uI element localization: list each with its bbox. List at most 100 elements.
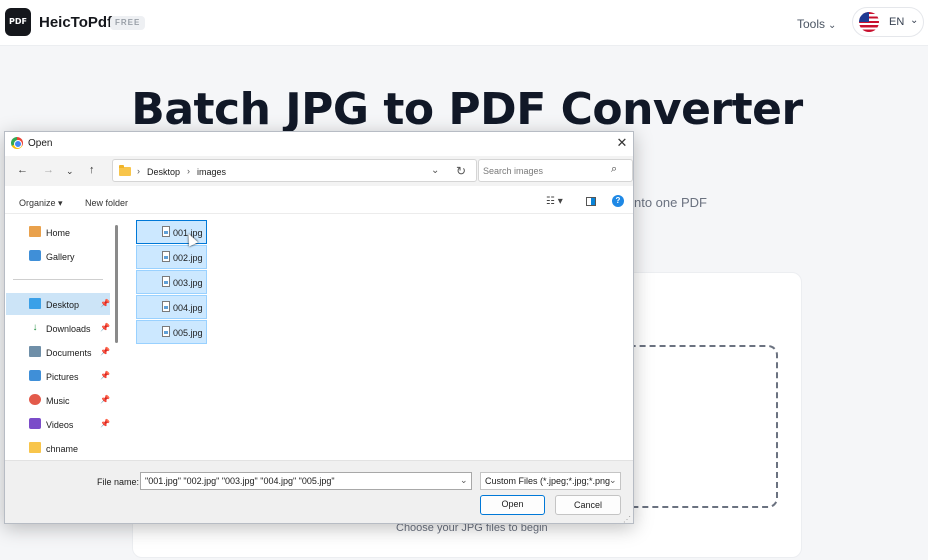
logo-text: PDF xyxy=(9,17,27,26)
close-button[interactable]: ✕ xyxy=(613,134,631,152)
home-icon xyxy=(29,226,41,237)
us-flag-icon xyxy=(859,12,879,32)
search-box[interactable]: ⌕ xyxy=(478,159,633,182)
sidebar-item-label: chname xyxy=(46,444,79,454)
desktop-icon xyxy=(29,298,41,309)
chrome-icon xyxy=(11,137,23,149)
pictures-icon xyxy=(29,370,41,381)
sidebar-item-label: Downloads xyxy=(46,324,91,334)
file-item[interactable]: 005.jpg xyxy=(136,320,207,344)
refresh-icon[interactable]: ↻ xyxy=(456,164,466,178)
preview-pane-icon[interactable] xyxy=(586,197,596,206)
file-name: 003.jpg xyxy=(173,278,203,288)
sidebar-item-label: Documents xyxy=(46,348,92,358)
tools-menu[interactable]: Tools ⌄ xyxy=(797,17,836,31)
chevron-down-icon: ⌄ xyxy=(828,20,837,31)
file-name: 005.jpg xyxy=(173,328,203,338)
pin-icon: 📌 xyxy=(100,371,110,380)
music-icon xyxy=(29,394,41,405)
folder-icon xyxy=(119,165,131,176)
help-icon[interactable]: ? xyxy=(612,195,624,207)
brand-logo-icon[interactable]: PDF xyxy=(5,8,31,36)
pin-icon: 📌 xyxy=(100,347,110,356)
gallery-icon xyxy=(29,250,41,261)
file-name: 002.jpg xyxy=(173,253,203,263)
dialog-toolbar: Organize ▾ New folder ☷ ▾ ? xyxy=(5,189,633,214)
navigation-bar: ← → ⌄ ↑ › Desktop › images ⌄ ↻ ⌕ xyxy=(5,156,633,186)
language-code: EN xyxy=(889,16,905,28)
view-options-icon[interactable]: ☷ ▾ xyxy=(546,196,563,207)
jpg-file-icon xyxy=(162,226,170,237)
breadcrumb-separator-icon: › xyxy=(137,166,140,176)
file-item[interactable]: 004.jpg xyxy=(136,295,207,319)
open-file-dialog: Open ✕ ← → ⌄ ↑ › Desktop › images ⌄ ↻ ⌕ … xyxy=(4,131,634,524)
sidebar-item-chname[interactable]: chname xyxy=(6,437,110,459)
dialog-title: Open xyxy=(28,138,53,149)
file-type-select[interactable]: Custom Files (*.jpeg;*.jpg;*.png xyxy=(480,472,621,490)
sidebar-item-music[interactable]: Music 📌 xyxy=(6,389,110,411)
sidebar-item-label: Pictures xyxy=(46,372,79,382)
navigation-pane: Home Gallery Desktop 📌 ↓ Downloads 📌 Doc… xyxy=(5,215,122,460)
page-subtitle: nto one PDF xyxy=(634,195,707,210)
search-input[interactable] xyxy=(483,163,611,178)
dialog-footer: File name: "001.jpg" "002.jpg" "003.jpg"… xyxy=(5,460,633,524)
sidebar-item-pictures[interactable]: Pictures 📌 xyxy=(6,365,110,387)
open-button[interactable]: Open xyxy=(480,495,545,515)
videos-icon xyxy=(29,418,41,429)
organize-button[interactable]: Organize ▾ xyxy=(19,198,63,209)
sidebar-divider xyxy=(13,279,103,280)
file-name-label: File name: xyxy=(97,477,140,487)
sidebar-item-downloads[interactable]: ↓ Downloads 📌 xyxy=(6,317,110,339)
language-selector[interactable]: EN ⌄ xyxy=(852,7,924,37)
pin-icon: 📌 xyxy=(100,395,110,404)
file-name: 004.jpg xyxy=(173,303,203,313)
breadcrumb-desktop[interactable]: Desktop xyxy=(147,167,180,177)
sidebar-item-videos[interactable]: Videos 📌 xyxy=(6,413,110,435)
folder-icon xyxy=(29,442,41,453)
chevron-down-icon[interactable]: ⌄ xyxy=(609,475,617,486)
brand-name[interactable]: HeicToPdf xyxy=(39,14,112,31)
resize-grip-icon[interactable]: ⋰ xyxy=(623,515,631,524)
downloads-icon: ↓ xyxy=(32,322,38,333)
pin-icon: 📌 xyxy=(100,323,110,332)
sidebar-item-gallery[interactable]: Gallery xyxy=(6,245,110,267)
back-arrow-icon[interactable]: ← xyxy=(17,164,28,176)
free-badge: FREE xyxy=(110,16,146,30)
sidebar-item-label: Gallery xyxy=(46,252,75,262)
address-history-chevron-icon[interactable]: ⌄ xyxy=(431,165,439,176)
pin-icon: 📌 xyxy=(100,299,110,308)
page-title: Batch JPG to PDF Converter xyxy=(131,84,803,135)
pin-icon: 📌 xyxy=(100,419,110,428)
recent-locations-chevron-icon[interactable]: ⌄ xyxy=(66,166,74,177)
sidebar-item-desktop[interactable]: Desktop 📌 xyxy=(6,293,110,315)
breadcrumb-separator-icon: › xyxy=(187,166,190,176)
jpg-file-icon xyxy=(162,276,170,287)
site-header: PDF HeicToPdf FREE Tools ⌄ EN ⌄ xyxy=(0,0,928,46)
chevron-down-icon[interactable]: ⌄ xyxy=(460,475,468,486)
jpg-file-icon xyxy=(162,326,170,337)
sidebar-item-documents[interactable]: Documents 📌 xyxy=(6,341,110,363)
chevron-down-icon: ⌄ xyxy=(910,15,919,26)
forward-arrow-icon[interactable]: → xyxy=(43,164,54,176)
sidebar-item-label: Music xyxy=(46,396,70,406)
jpg-file-icon xyxy=(162,251,170,262)
breadcrumb-images[interactable]: images xyxy=(197,167,226,177)
cancel-button[interactable]: Cancel xyxy=(555,495,621,515)
sidebar-item-label: Videos xyxy=(46,420,74,430)
search-icon: ⌕ xyxy=(611,163,618,175)
file-item[interactable]: 003.jpg xyxy=(136,270,207,294)
dialog-title-bar[interactable]: Open ✕ xyxy=(5,132,633,154)
file-item[interactable]: 002.jpg xyxy=(136,245,207,269)
sidebar-scrollbar[interactable] xyxy=(115,225,118,343)
documents-icon xyxy=(29,346,41,357)
file-name-input[interactable]: "001.jpg" "002.jpg" "003.jpg" "004.jpg" … xyxy=(140,472,472,490)
tools-label: Tools xyxy=(797,17,826,31)
sidebar-item-label: Desktop xyxy=(46,300,80,310)
sidebar-item-label: Home xyxy=(46,228,71,238)
new-folder-button[interactable]: New folder xyxy=(85,198,128,208)
up-arrow-icon[interactable]: ↑ xyxy=(89,164,95,176)
jpg-file-icon xyxy=(162,301,170,312)
address-bar[interactable]: › Desktop › images ⌄ ↻ xyxy=(112,159,477,182)
sidebar-item-home[interactable]: Home xyxy=(6,221,110,243)
file-list: 001.jpg 002.jpg 003.jpg 004.jpg 005.jpg xyxy=(122,215,633,460)
